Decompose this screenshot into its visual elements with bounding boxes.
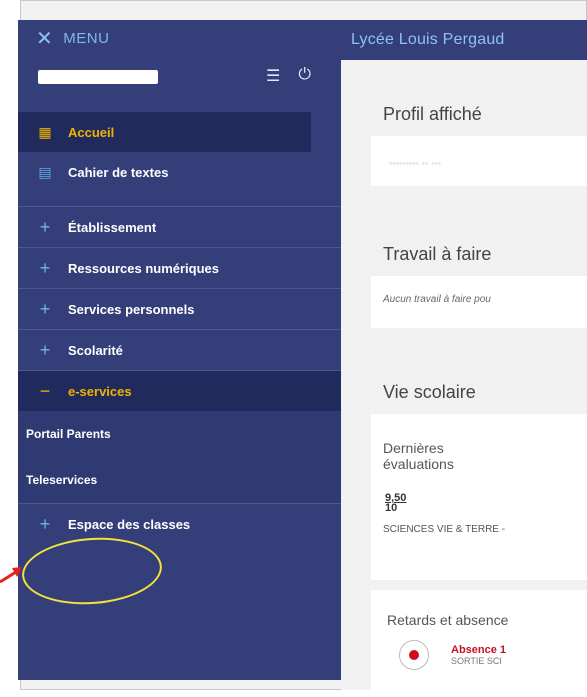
- travail-heading: Travail à faire: [383, 244, 492, 264]
- sidebar-item-services-personnels[interactable]: + Services personnels: [18, 289, 341, 329]
- absence-title: Absence 1: [451, 644, 507, 656]
- plus-icon: +: [39, 216, 51, 237]
- sidebar-item-etablissement[interactable]: + Établissement: [18, 207, 341, 247]
- school-name: Lycée Louis Pergaud: [351, 31, 505, 48]
- retards-card[interactable]: Retards et absence Absence 1 SORTIE SCI: [371, 590, 587, 690]
- absence-status-icon: [399, 640, 429, 670]
- e-services-submenu: Portail Parents Teleservices: [18, 411, 341, 503]
- sliders-icon[interactable]: ☰: [266, 66, 280, 86]
- menu-label: MENU: [63, 29, 110, 47]
- sidebar-item-cahier-de-textes[interactable]: ▤ Cahier de textes: [18, 152, 341, 192]
- main-content: Profil affiché ········· ·· ··· Travail …: [341, 60, 587, 690]
- sidebar-item-e-services[interactable]: − e-services: [18, 371, 341, 411]
- evaluations-card[interactable]: Dernières évaluations 9,50 10 SCIENCES V…: [371, 414, 587, 580]
- submenu-item-teleservices[interactable]: Teleservices: [18, 457, 341, 503]
- minus-icon: −: [39, 380, 51, 401]
- evaluations-label: Dernières évaluations: [383, 440, 454, 472]
- arrow-icon: [0, 567, 22, 584]
- sidebar-item-scolarite[interactable]: + Scolarité: [18, 330, 341, 370]
- profil-value-redacted: ········· ·· ···: [389, 158, 442, 169]
- menu-toggle[interactable]: ✕ MENU: [18, 20, 341, 56]
- plus-icon: +: [39, 298, 51, 319]
- notebook-icon: ▤: [38, 163, 52, 180]
- user-name-redacted: [38, 70, 158, 84]
- submenu-item-portail-parents[interactable]: Portail Parents: [18, 411, 341, 457]
- sidebar: ✕ MENU ☰ ⏻ ▦ Accueil ▤ Cahier de textes …: [18, 20, 341, 680]
- close-icon[interactable]: ✕: [36, 26, 53, 51]
- travail-card[interactable]: Aucun travail à faire pou: [371, 276, 587, 328]
- profil-heading: Profil affiché: [383, 104, 482, 124]
- user-row: ☰ ⏻: [18, 56, 341, 112]
- plus-icon: +: [39, 339, 51, 360]
- sidebar-item-accueil[interactable]: ▦ Accueil: [18, 112, 311, 152]
- power-icon[interactable]: ⏻: [298, 66, 311, 86]
- sidebar-item-espace-des-classes[interactable]: + Espace des classes: [18, 504, 341, 544]
- profil-card[interactable]: ········· ·· ···: [371, 136, 587, 186]
- grade-denominator: 10: [385, 502, 398, 514]
- plus-icon: +: [39, 513, 51, 534]
- sidebar-item-ressources-numeriques[interactable]: + Ressources numériques: [18, 248, 341, 288]
- plus-icon: +: [39, 257, 51, 278]
- page-header: Lycée Louis Pergaud: [341, 20, 587, 60]
- absence-subtitle: SORTIE SCI: [451, 656, 502, 666]
- retards-label: Retards et absence: [387, 612, 509, 628]
- vie-scolaire-heading: Vie scolaire: [383, 382, 476, 402]
- grid-icon: ▦: [38, 123, 52, 140]
- subject-label: SCIENCES VIE & TERRE -: [383, 524, 506, 535]
- travail-text: Aucun travail à faire pou: [383, 294, 491, 305]
